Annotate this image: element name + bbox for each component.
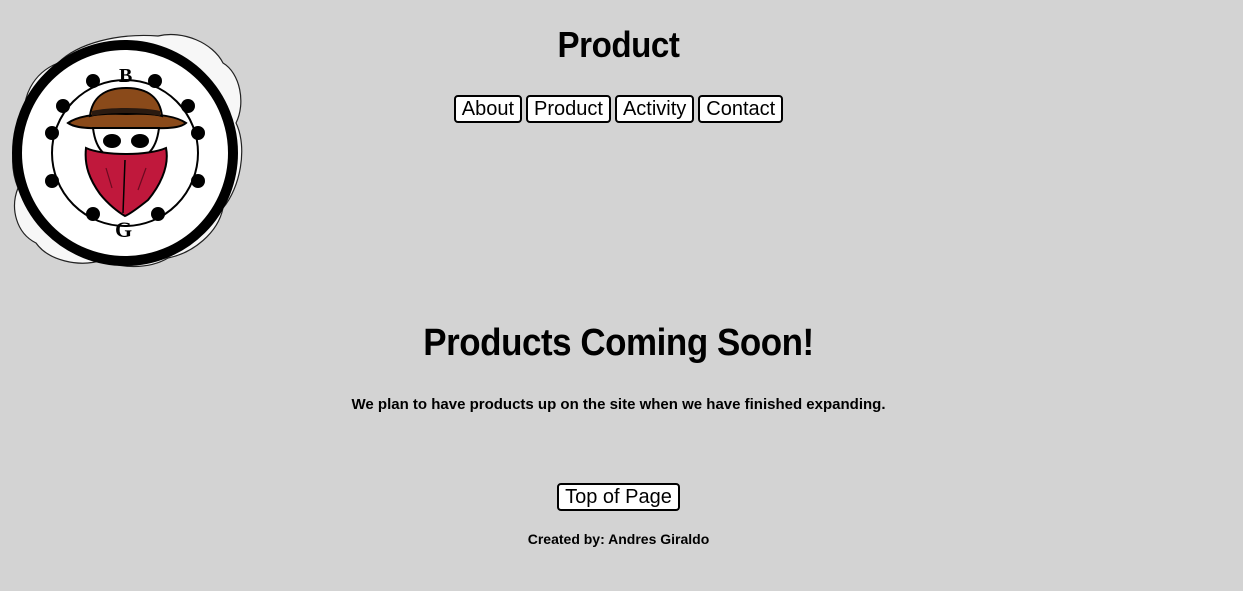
top-of-page-wrapper: Top of Page xyxy=(0,483,1237,511)
products-heading: Products Coming Soon! xyxy=(423,322,814,364)
main-nav: About Product Activity Contact xyxy=(0,95,1237,123)
products-description: We plan to have products up on the site … xyxy=(351,396,886,413)
nav-activity-button[interactable]: Activity xyxy=(614,95,695,123)
footer-credit: Created by: Andres Giraldo xyxy=(527,531,710,547)
logo-letter-bottom: G xyxy=(115,217,132,242)
logo-letter-top: B xyxy=(119,65,132,87)
page: B G Product About Product Activity Conta… xyxy=(0,0,1243,591)
top-of-page-button[interactable]: Top of Page xyxy=(557,483,680,511)
nav-about-button[interactable]: About xyxy=(453,95,523,123)
page-title: Product xyxy=(557,24,680,65)
nav-contact-button[interactable]: Contact xyxy=(698,95,784,123)
nav-product-button[interactable]: Product xyxy=(526,95,611,123)
